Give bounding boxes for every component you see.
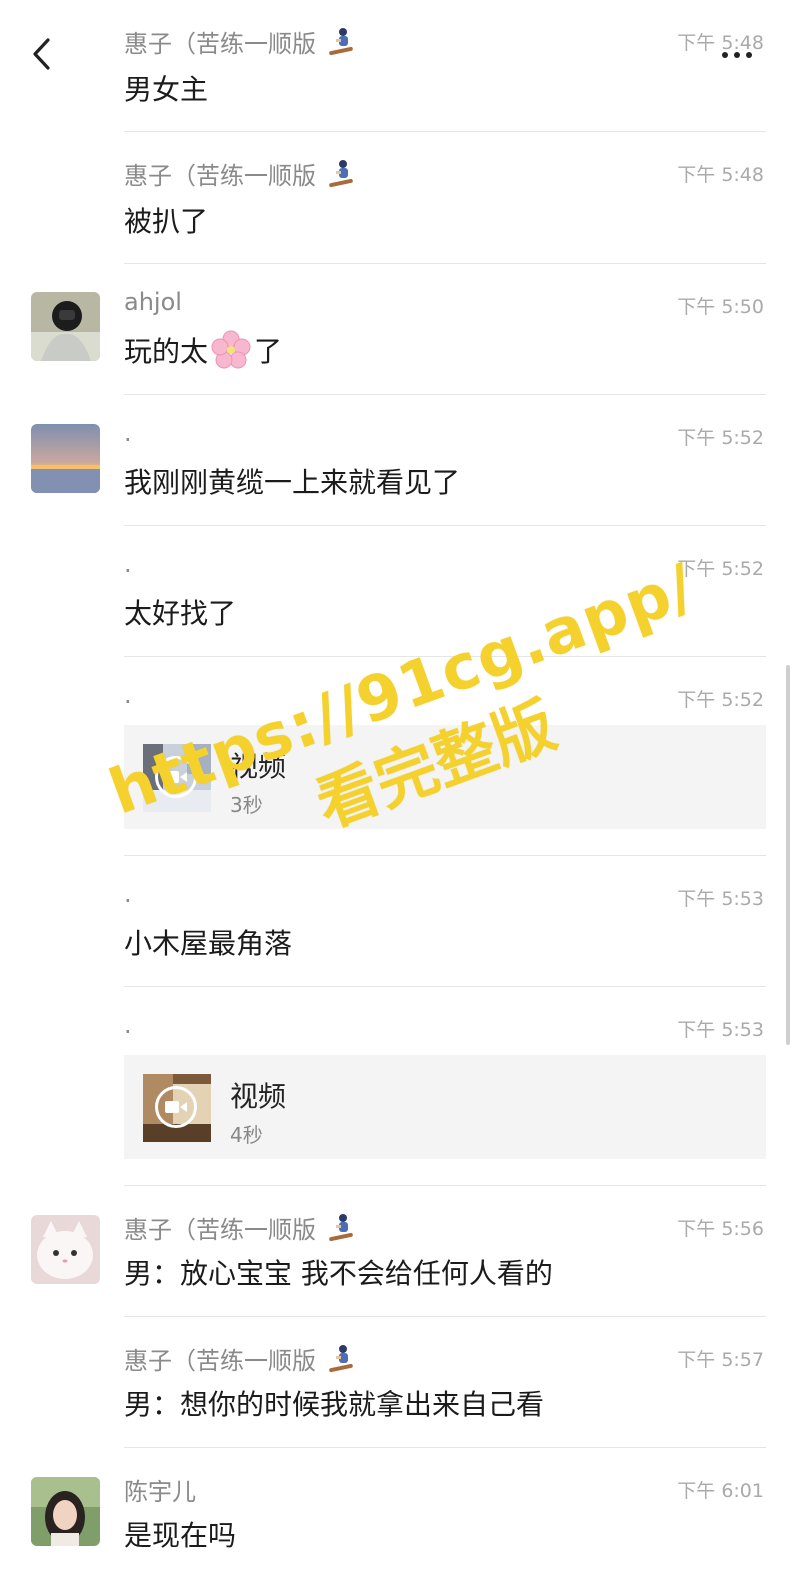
message-time: 下午 5:48 xyxy=(677,32,764,54)
message-time: 下午 5:56 xyxy=(677,1218,764,1240)
message-time: 下午 5:52 xyxy=(677,427,764,449)
avatar[interactable] xyxy=(31,1215,100,1284)
video-title: 视频 xyxy=(230,1080,287,1113)
message-item[interactable]: . 下午 5:53 小木屋最角落 xyxy=(0,856,800,987)
sender-name: 惠子（苦练一顺版 xyxy=(124,24,356,59)
video-card[interactable]: 视频 4秒 xyxy=(124,1055,766,1159)
message-time: 下午 5:53 xyxy=(677,888,764,910)
user-avatar-image xyxy=(31,292,100,361)
message-text: 小木屋最角落 xyxy=(124,927,293,960)
scrollbar[interactable] xyxy=(786,665,790,1045)
sender-name: 惠子（苦练一顺版 xyxy=(124,156,356,191)
message-item[interactable]: . 下午 5:52 视频 3秒 xyxy=(0,657,800,856)
avatar[interactable] xyxy=(31,1477,100,1546)
sunset-landscape-image xyxy=(31,424,100,493)
message-text: 男：想你的时候我就拿出来自己看 xyxy=(124,1388,545,1421)
video-duration: 4秒 xyxy=(230,1123,263,1147)
message-text: 是现在吗 xyxy=(124,1519,237,1552)
sender-name: . xyxy=(124,419,132,447)
snowboarder-emoji-icon xyxy=(329,1213,353,1241)
video-camera-icon xyxy=(155,1086,197,1128)
message-time: 下午 5:53 xyxy=(677,1019,764,1041)
message-time: 下午 5:52 xyxy=(677,558,764,580)
snowboarder-emoji-icon xyxy=(329,1344,353,1372)
avatar[interactable] xyxy=(31,292,100,361)
sender-name: . xyxy=(124,1011,132,1039)
video-title: 视频 xyxy=(230,750,287,783)
message-text: 被扒了 xyxy=(124,205,209,238)
girl-portrait-image xyxy=(31,1477,100,1546)
message-item[interactable]: 陈宇儿 下午 6:01 是现在吗 xyxy=(0,1448,800,1571)
white-cat-image xyxy=(31,1215,100,1284)
snowboarder-emoji-icon xyxy=(329,27,353,55)
message-item[interactable]: ahjol 下午 5:50 玩的太 了 xyxy=(0,264,800,395)
message-time: 下午 5:50 xyxy=(677,296,764,318)
message-item[interactable]: . 下午 5:52 我刚刚黄缆一上来就看见了 xyxy=(0,395,800,526)
message-item[interactable]: 惠子（苦练一顺版 下午 5:48 男女主 xyxy=(0,0,800,132)
sender-name: 惠子（苦练一顺版 xyxy=(124,1341,356,1376)
message-item[interactable]: 惠子（苦练一顺版 下午 5:56 男：放心宝宝 我不会给任何人看的 xyxy=(0,1186,800,1317)
video-card[interactable]: 视频 3秒 xyxy=(124,725,766,829)
sender-name: . xyxy=(124,880,132,908)
message-time: 下午 6:01 xyxy=(677,1480,764,1502)
video-camera-icon xyxy=(155,756,197,798)
message-item[interactable]: 惠子（苦练一顺版 下午 5:57 男：想你的时候我就拿出来自己看 xyxy=(0,1317,800,1448)
video-thumbnail xyxy=(143,744,211,812)
message-text: 男：放心宝宝 我不会给任何人看的 xyxy=(124,1257,553,1290)
video-thumbnail xyxy=(143,1074,211,1142)
message-time: 下午 5:52 xyxy=(677,689,764,711)
sender-name: 陈宇儿 xyxy=(124,1478,196,1506)
sender-name: . xyxy=(124,550,132,578)
message-time: 下午 5:48 xyxy=(677,164,764,186)
video-duration: 3秒 xyxy=(230,793,263,817)
message-text: 男女主 xyxy=(124,73,209,106)
avatar[interactable] xyxy=(31,424,100,493)
message-text: 我刚刚黄缆一上来就看见了 xyxy=(124,466,461,499)
message-item[interactable]: . 下午 5:53 视频 4秒 xyxy=(0,987,800,1186)
message-text: 玩的太 了 xyxy=(124,330,282,370)
sender-name: 惠子（苦练一顺版 xyxy=(124,1210,356,1245)
message-time: 下午 5:57 xyxy=(677,1349,764,1371)
message-item[interactable]: . 下午 5:52 太好找了 xyxy=(0,526,800,657)
message-text: 太好找了 xyxy=(124,597,237,630)
sender-name: ahjol xyxy=(124,288,182,316)
cherry-blossom-emoji-icon xyxy=(211,330,251,369)
sender-name: . xyxy=(124,681,132,709)
message-item[interactable]: 惠子（苦练一顺版 下午 5:48 被扒了 xyxy=(0,132,800,264)
snowboarder-emoji-icon xyxy=(329,159,353,187)
